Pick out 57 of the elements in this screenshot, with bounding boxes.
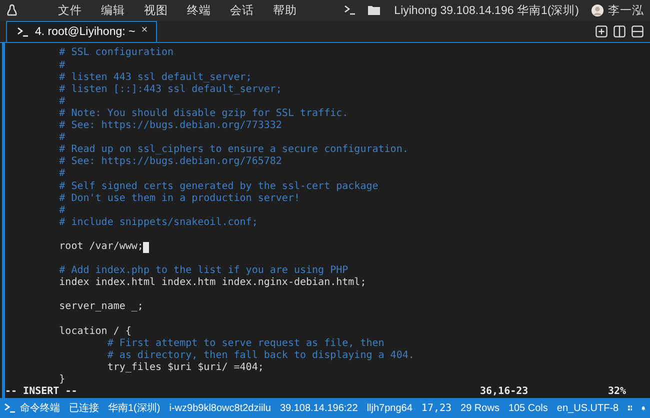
grid-icon[interactable] [628, 403, 632, 414]
code-comment: # [58, 132, 66, 144]
code-line: } [59, 374, 66, 386]
code-comment: # [58, 60, 66, 72]
code-comment: # [58, 168, 66, 180]
code-line: root /var/www; [58, 240, 144, 254]
code-comment: # as directory, then fall back to displaying a 404. [106, 350, 414, 362]
code-comment: # include snippets/snakeoil.conf; [58, 216, 258, 229]
code-line: index index.html index.htm index.nginx-debian.html; [58, 277, 366, 290]
vim-mode: -- INSERT -- [5, 386, 78, 398]
cols-count: 105 Cols [508, 402, 548, 414]
user-name: 李一泓 [608, 4, 644, 18]
terminal-status[interactable]: 命令终端 [4, 401, 60, 416]
menu-item[interactable]: 编辑 [101, 2, 125, 18]
encoding-label[interactable]: en_US.UTF-8 [556, 402, 619, 414]
penguin-icon [6, 4, 18, 17]
avatar-icon[interactable] [591, 4, 604, 17]
menu-item[interactable]: 文件 [58, 2, 82, 18]
cursor-position: 36,16-23 [480, 386, 530, 398]
close-icon[interactable]: × [141, 24, 148, 36]
code-comment: # Don't use them in a production server! [58, 192, 300, 205]
code-comment: # Read up on ssl_ciphers to ensure a secure configuration. [58, 144, 408, 156]
code-comment: # First attempt to serve request as file, then [106, 338, 384, 350]
host-info: Liyihong 39.108.14.196 华南1(深圳) [394, 4, 579, 18]
code-line: server_name _; [58, 301, 144, 314]
split-vertical-icon [613, 25, 626, 38]
region-label: 华南1(深圳) [108, 402, 160, 416]
menu-item[interactable]: 会话 [230, 2, 254, 18]
code-comment: # listen 443 ssl default_server; [58, 72, 252, 84]
code-line: location / { [58, 326, 132, 338]
code-comment: # SSL configuration [58, 47, 174, 60]
scroll-percent: 32% [608, 386, 628, 398]
code-line: try_files $uri $uri/ =404; [106, 362, 264, 374]
split-horizontal-icon [631, 25, 644, 38]
code-comment: # See: https://bugs.debian.org/765782 [58, 156, 282, 168]
code-comment: # listen [::]:443 ssl default_server; [58, 84, 282, 96]
terminal-icon [4, 403, 16, 414]
ip-address: 39.108.14.196:22 [280, 402, 358, 414]
instance-id: i-wz9b9kl8owc8t2dziilu [169, 402, 271, 414]
folder-icon[interactable] [368, 5, 380, 16]
terminal-icon[interactable] [344, 5, 356, 16]
connection-status: 已连接 [69, 402, 99, 416]
code-comment: # [58, 96, 66, 108]
code-comment: # Add index.php to the list if you are using PHP [58, 265, 348, 277]
code-comment: # See: https://bugs.debian.org/773332 [58, 120, 282, 132]
rows-count: 29 Rows [460, 402, 500, 414]
add-icon [595, 25, 608, 38]
terminal-tab[interactable]: 4. root@Liyihong: ~ × [6, 20, 157, 42]
code-comment: # Self signed certs generated by the ssl-cert package [58, 180, 378, 193]
code-comment: # [58, 204, 66, 217]
code-comment: # Note: You should disable gzip for SSL traffic. [58, 108, 348, 120]
terminal-icon [17, 27, 29, 38]
cursor-position: 17,23 [421, 402, 452, 414]
session-id: lljh7png64 [366, 402, 412, 414]
menu-item[interactable]: 视图 [144, 2, 168, 18]
menu-item[interactable]: 帮助 [273, 2, 297, 18]
menu-item[interactable]: 终端 [187, 2, 211, 18]
